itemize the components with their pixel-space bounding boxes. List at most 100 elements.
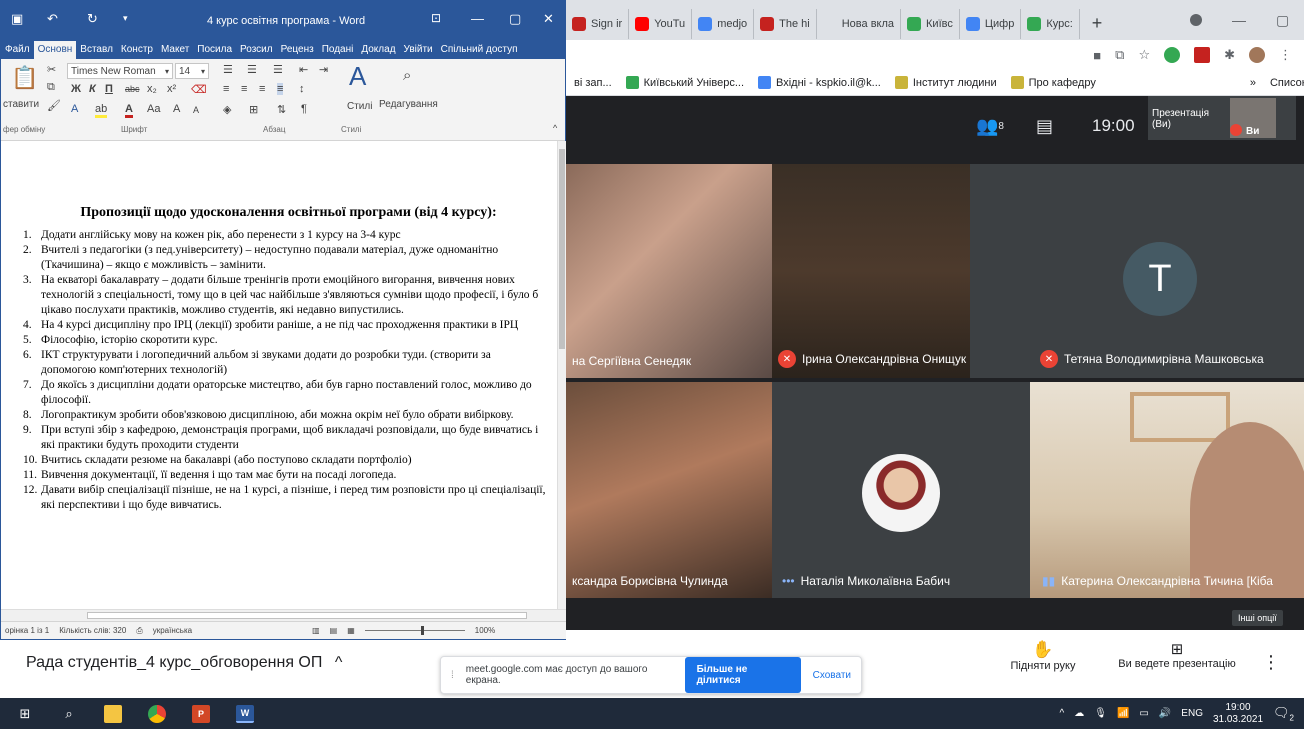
chrome-menu-icon[interactable]: ⋮	[1279, 47, 1292, 63]
ribbon-tab[interactable]: Спільний доступ	[437, 41, 522, 59]
participant-tile-3[interactable]: T ✕ Тетяна Володимирівна Машковська	[970, 164, 1304, 378]
drag-handle-icon[interactable]: ⁞	[451, 670, 454, 681]
bookmark-item[interactable]: Список читання	[1270, 77, 1304, 89]
ribbon-tab[interactable]: Макет	[157, 41, 193, 59]
ribbon-tab[interactable]: Подані	[318, 41, 358, 59]
ribbon-tab[interactable]: Файл	[1, 41, 34, 59]
bookmark-item[interactable]: Інститут людини	[894, 76, 997, 89]
numbering-icon[interactable]: ☰	[247, 63, 257, 76]
paste-button[interactable]: ставити	[3, 99, 39, 110]
font-color-icon[interactable]: A	[125, 103, 133, 118]
chrome-minimize-icon[interactable]: —	[1232, 12, 1246, 28]
participant-tile-6[interactable]: ▮▮ Катерина Олександрівна Тичина [Кіба	[1030, 382, 1304, 598]
italic-icon[interactable]: К	[89, 83, 96, 95]
zoom-level[interactable]: 100%	[475, 626, 495, 635]
font-name-select[interactable]: Times New Roman ▾	[67, 63, 173, 79]
ribbon-tab[interactable]: Доклад	[357, 41, 399, 59]
chrome-tab[interactable]: Цифр	[960, 9, 1022, 39]
mic-icon[interactable]: 🎙	[1094, 708, 1107, 719]
search-icon[interactable]: ⌕	[60, 705, 78, 723]
bookmark-item[interactable]: ві зап...	[574, 77, 612, 89]
meet-menu-icon[interactable]: ⋮	[1262, 652, 1280, 673]
format-painter-icon[interactable]: 🖌	[47, 99, 61, 112]
change-case-icon[interactable]: Aa	[147, 103, 160, 115]
superscript-icon[interactable]: x²	[167, 83, 176, 95]
network-icon[interactable]: 📶	[1117, 708, 1129, 719]
extensions-puzzle-icon[interactable]: ✱	[1224, 47, 1235, 63]
file-explorer-icon[interactable]	[104, 704, 122, 723]
chrome-tab[interactable]: Київс	[901, 9, 960, 39]
clear-format-icon[interactable]: ⌫	[191, 83, 207, 96]
notifications-icon[interactable]: 🗨2	[1273, 705, 1294, 723]
language-indicator[interactable]: українська	[153, 626, 192, 635]
participant-tile-1[interactable]: на Сергіївна Сенедяк	[566, 164, 772, 378]
ribbon-tab[interactable]: Увійти	[400, 41, 437, 59]
ribbon-tab[interactable]: Посила	[193, 41, 236, 59]
web-layout-icon[interactable]: ▦	[347, 626, 355, 635]
mail-extension-icon[interactable]	[1194, 47, 1211, 63]
input-language[interactable]: ENG	[1181, 708, 1203, 719]
presenting-button[interactable]: ⊞ Ви ведете презентацію	[1112, 640, 1242, 670]
powerpoint-taskbar-icon[interactable]: P	[192, 704, 210, 723]
collapse-ribbon-icon[interactable]: ^	[553, 123, 557, 133]
participant-tile-5[interactable]: ••• Наталія Миколаївна Бабич	[772, 382, 1030, 598]
chrome-restore-icon[interactable]: ▢	[1276, 12, 1289, 29]
paste-icon[interactable]: 📋	[11, 65, 38, 91]
pilcrow-icon[interactable]: ¶	[301, 103, 307, 115]
strikethrough-icon[interactable]: abc	[125, 84, 140, 94]
more-options-button[interactable]: Інші опції	[1232, 610, 1283, 626]
font-size-select[interactable]: 14 ▾	[175, 63, 209, 79]
word-maximize-icon[interactable]: ▢	[509, 11, 521, 27]
participants-button[interactable]: 👥 8	[976, 106, 1004, 146]
bookmark-item[interactable]: Про кафедру	[1010, 76, 1096, 89]
styles-icon[interactable]: A	[349, 61, 366, 92]
page-count[interactable]: орінка 1 із 1	[5, 626, 49, 635]
styles-button[interactable]: Стилі	[347, 101, 372, 112]
bookmark-item[interactable]: Вхідні - kspkio.il@k...	[758, 76, 881, 89]
cast-icon[interactable]: ⧉	[1115, 47, 1124, 63]
presentation-pip[interactable]: Презентація (Ви) Ви	[1148, 96, 1296, 140]
chrome-tab[interactable]: The hi	[754, 9, 817, 39]
ribbon-tab[interactable]: Констр	[117, 41, 157, 59]
grow-font-icon[interactable]: A	[173, 103, 180, 115]
ribbon-tab[interactable]: Реценз	[277, 41, 318, 59]
chat-button[interactable]: ▤	[1036, 106, 1053, 146]
volume-icon[interactable]: 🔊	[1159, 708, 1171, 719]
star-bookmark-icon[interactable]: ☆	[1138, 47, 1150, 63]
chrome-tab[interactable]: Нова вкла	[817, 9, 902, 39]
zoom-slider[interactable]	[364, 626, 465, 635]
editing-button[interactable]: Редагування	[379, 99, 438, 110]
line-spacing-icon[interactable]: ↕	[299, 83, 305, 95]
vertical-scrollbar[interactable]	[557, 141, 566, 611]
bookmark-item[interactable]: »	[1250, 77, 1256, 89]
onedrive-icon[interactable]: ☁	[1074, 708, 1084, 719]
windows-start-icon[interactable]: ⊞	[16, 705, 34, 723]
tray-chevron-icon[interactable]: ^	[1060, 708, 1065, 719]
ribbon-tab[interactable]: Розсил	[236, 41, 277, 59]
ribbon-display-icon[interactable]: ⊡	[431, 11, 441, 25]
proofing-icon[interactable]: ⎙	[136, 626, 142, 636]
quick-access-menu-icon[interactable]: ▾	[123, 13, 128, 24]
save-icon[interactable]: ▣	[11, 11, 23, 27]
new-tab-plus-icon[interactable]: +	[1080, 13, 1115, 34]
bullets-icon[interactable]: ☰	[223, 63, 233, 76]
battery-icon[interactable]: ▭	[1139, 708, 1148, 719]
decrease-indent-icon[interactable]: ⇤	[299, 63, 308, 76]
align-center-icon[interactable]: ≡	[241, 83, 247, 95]
avatar[interactable]	[1249, 47, 1265, 63]
chrome-taskbar-icon[interactable]	[148, 704, 166, 723]
chrome-tab[interactable]: medjo	[692, 9, 755, 39]
read-mode-icon[interactable]: ▥	[312, 626, 320, 635]
borders-icon[interactable]: ⊞	[249, 103, 258, 116]
ribbon-tab[interactable]: Основн	[33, 41, 77, 59]
multilevel-list-icon[interactable]: ☰	[273, 63, 283, 76]
underline-icon[interactable]: П	[105, 83, 113, 95]
shield-extension-icon[interactable]	[1164, 47, 1181, 63]
text-effects-icon[interactable]: A	[71, 103, 78, 115]
hide-banner-button[interactable]: Сховати	[813, 670, 851, 681]
shrink-font-icon[interactable]: A	[193, 105, 199, 115]
participant-tile-4[interactable]: ксандра Борисівна Чулинда	[566, 382, 772, 598]
chrome-tab[interactable]: Sign ir	[566, 9, 630, 39]
chrome-tab[interactable]: YouTu	[629, 9, 693, 39]
subscript-icon[interactable]: x₂	[147, 83, 157, 95]
